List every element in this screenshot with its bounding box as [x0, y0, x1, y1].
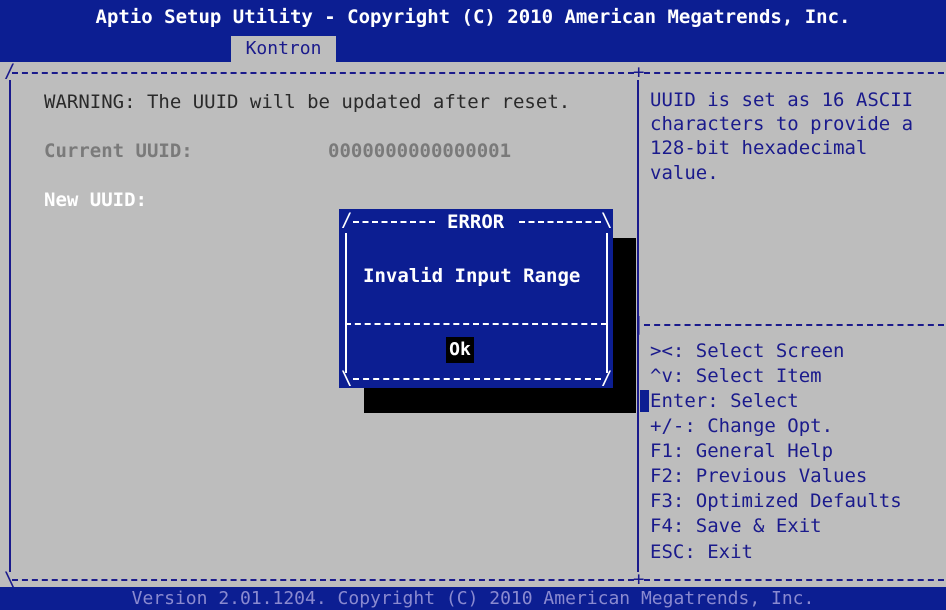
- dialog-top-border-left: [353, 221, 435, 223]
- key-optimized-defaults: F3: Optimized Defaults: [650, 490, 902, 512]
- dialog-corner-br: /: [601, 367, 613, 389]
- key-general-help: F1: General Help: [650, 440, 834, 462]
- frame-corner-top-left: /: [4, 60, 16, 82]
- header-bar: Aptio Setup Utility - Copyright (C) 2010…: [0, 0, 946, 62]
- key-save-exit: F4: Save & Exit: [650, 515, 822, 537]
- frame-left-border: [9, 80, 11, 572]
- tab-kontron[interactable]: Kontron: [231, 36, 336, 62]
- help-line: characters to provide a: [650, 113, 914, 135]
- key-enter-marker: [640, 390, 649, 412]
- dialog-message: Invalid Input Range: [363, 265, 581, 287]
- key-enter-select: Enter: Select: [650, 390, 799, 412]
- dialog-corner-tr: \: [601, 209, 613, 231]
- app-title: Aptio Setup Utility - Copyright (C) 2010…: [95, 6, 851, 28]
- error-dialog: ERROR / \ Invalid Input Range \ /: [339, 209, 613, 388]
- help-line: 128-bit hexadecimal: [650, 137, 868, 159]
- warning-text: WARNING: The UUID will be updated after …: [44, 91, 571, 113]
- current-uuid-value: 0000000000000001: [328, 140, 512, 162]
- new-uuid-label[interactable]: New UUID:: [44, 188, 147, 212]
- frame-top-left: [12, 72, 634, 74]
- key-esc-exit: ESC: Exit: [650, 541, 753, 563]
- frame-bottom-right: [644, 579, 944, 581]
- frame-bottom-left: [12, 579, 634, 581]
- dialog-shadow-bottom: [364, 388, 636, 413]
- dialog-right-border: [606, 233, 608, 373]
- dialog-left-border: [345, 233, 347, 373]
- help-separator: [644, 324, 944, 326]
- version-footer: Version 2.01.1204. Copyright (C) 2010 Am…: [0, 587, 946, 610]
- key-change-opt: +/-: Change Opt.: [650, 415, 834, 437]
- ok-button[interactable]: Ok: [446, 337, 474, 363]
- dialog-title: ERROR: [447, 211, 505, 233]
- dialog-corner-tl: /: [341, 209, 353, 231]
- dialog-top-border-right: [519, 221, 601, 223]
- key-previous-values: F2: Previous Values: [650, 465, 868, 487]
- help-line: value.: [650, 162, 719, 184]
- dialog-corner-bl: \: [341, 367, 353, 389]
- frame-top-right: [644, 72, 944, 74]
- key-select-screen: ><: Select Screen: [650, 340, 845, 362]
- dialog-shadow-right: [613, 238, 636, 413]
- current-uuid-label: Current UUID:: [44, 140, 193, 162]
- key-select-item: ^v: Select Item: [650, 365, 822, 387]
- dialog-separator: [345, 323, 607, 325]
- dialog-bottom-border: [353, 378, 601, 380]
- help-line: UUID is set as 16 ASCII: [650, 89, 914, 111]
